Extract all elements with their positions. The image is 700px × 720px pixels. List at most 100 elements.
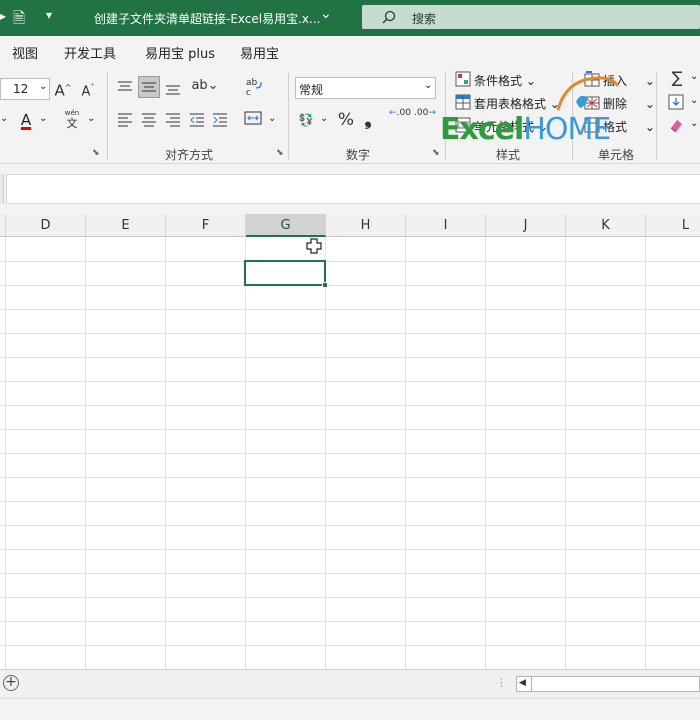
number-format-combo[interactable]: 常规 ⌄ <box>295 77 436 99</box>
file-icon[interactable]: 🗎 <box>13 8 25 33</box>
separator <box>656 72 657 160</box>
title-chevron-icon[interactable]: ⌄ <box>320 6 332 22</box>
svg-text:ab: ab <box>246 78 258 88</box>
splitter-handle-icon[interactable]: ⋮ <box>496 676 507 689</box>
fill-dropdown-icon[interactable]: ⌄ <box>690 95 698 106</box>
align-left-icon[interactable] <box>116 110 134 128</box>
grow-font-button[interactable]: A^ <box>54 78 72 102</box>
grid-line <box>0 261 700 262</box>
active-cell-selection[interactable] <box>244 260 326 286</box>
chevron-down-icon: ⌄ <box>39 81 48 92</box>
formula-input[interactable] <box>6 174 700 204</box>
column-header-j[interactable]: J <box>486 214 566 237</box>
horizontal-scrollbar[interactable]: ◀ <box>516 676 700 692</box>
qat-more-icon[interactable]: ▸ <box>0 9 6 23</box>
align-bottom-icon[interactable] <box>164 80 182 98</box>
decrease-decimal-button[interactable]: .00→ <box>414 108 436 118</box>
currency-dropdown-icon[interactable]: ⌄ <box>320 113 328 124</box>
phonetic-dropdown-icon[interactable]: ⌄ <box>87 113 95 124</box>
tab-easytool-plus[interactable]: 易用宝 plus <box>145 43 215 62</box>
font-color-button[interactable]: A <box>16 110 36 131</box>
orientation-button[interactable]: ab⌄ <box>190 76 220 96</box>
column-header-k[interactable]: K <box>566 214 646 237</box>
wrap-text-icon[interactable]: ab c <box>244 76 264 98</box>
increase-decimal-label: .00 <box>396 108 411 118</box>
conditional-format-label: 条件格式 <box>474 74 523 88</box>
align-top-icon[interactable] <box>116 78 134 96</box>
phonetic-button[interactable]: wén 文 <box>62 108 82 129</box>
font-size-value: 12 <box>13 82 29 96</box>
comma-button[interactable]: ❟ <box>360 110 376 130</box>
format-cells-button[interactable]: 格式 ⌄ <box>603 118 655 135</box>
excelhome-house-icon <box>556 76 620 111</box>
table-format-button[interactable]: 套用表格格式 ⌄ <box>474 95 560 112</box>
grid-line <box>0 525 700 526</box>
number-dialog-launcher-icon[interactable]: ⬊ <box>432 148 440 158</box>
decrease-decimal-label: .00 <box>414 108 429 118</box>
grid-line <box>0 381 700 382</box>
fill-icon[interactable] <box>668 94 684 110</box>
column-header-f[interactable]: F <box>166 214 246 237</box>
increase-decimal-button[interactable]: ←.00 <box>389 108 411 118</box>
search-box[interactable]: 搜索 <box>362 5 700 29</box>
add-sheet-icon: + <box>5 674 17 690</box>
scroll-left-icon[interactable]: ◀ <box>519 678 526 688</box>
logo-text-excel: Excel <box>440 112 524 147</box>
clear-dropdown-icon[interactable]: ⌄ <box>690 118 698 129</box>
column-headers: D E F G H I J K L <box>0 214 700 237</box>
grid-line <box>0 645 700 646</box>
align-right-icon[interactable] <box>164 110 182 128</box>
add-sheet-button[interactable]: + <box>3 675 19 691</box>
tab-developer[interactable]: 开发工具 <box>64 43 116 62</box>
grid-line <box>0 453 700 454</box>
formula-bar <box>0 164 700 214</box>
percent-button[interactable]: % <box>336 110 356 130</box>
align-middle-icon <box>142 82 156 92</box>
font-size-combo[interactable]: 12 ⌄ <box>0 78 50 100</box>
qat-customize-dropdown[interactable]: ▾ <box>46 8 52 22</box>
fill-handle[interactable] <box>322 282 328 288</box>
grid-line <box>0 309 700 310</box>
logo-text-home: HOME <box>523 112 611 147</box>
clear-icon[interactable] <box>668 117 684 133</box>
font-color-dropdown-icon[interactable]: ⌄ <box>39 113 47 124</box>
excelhome-watermark-logo: ExcelHOME <box>440 112 611 147</box>
conditional-format-icon <box>455 71 471 87</box>
column-header-h[interactable]: H <box>326 214 406 237</box>
grid-line <box>0 597 700 598</box>
ribbon: 12 ⌄ A^ A˅ A ⌄ ⌄ wén 文 ⌄ ⬊ ab⌄ ab c ⌄ 对齐… <box>0 66 700 164</box>
tab-easytool[interactable]: 易用宝 <box>240 43 279 62</box>
autosum-dropdown-icon[interactable]: ⌄ <box>690 71 698 82</box>
chevron-down-icon: ⌄ <box>424 80 433 91</box>
increase-indent-icon[interactable] <box>211 110 229 128</box>
column-header-i[interactable]: I <box>406 214 486 237</box>
window-title: 创建子文件夹清单超链接-Excel易用宝.x... <box>94 12 321 26</box>
autosum-button[interactable]: ∑ <box>668 68 686 88</box>
separator <box>107 72 108 160</box>
align-middle-button[interactable] <box>138 76 160 98</box>
worksheet-grid[interactable] <box>0 237 700 669</box>
decrease-indent-icon[interactable] <box>188 110 206 128</box>
number-group-label: 数字 <box>346 148 371 162</box>
table-format-label: 套用表格格式 <box>474 97 547 111</box>
merge-center-icon[interactable] <box>244 110 264 128</box>
left-dropdown-icon[interactable]: ⌄ <box>0 113 8 124</box>
separator <box>288 72 289 160</box>
ribbon-tabs: 视图 开发工具 易用宝 plus 易用宝 <box>0 36 700 66</box>
conditional-format-button[interactable]: 条件格式 ⌄ <box>474 72 536 89</box>
column-header-e[interactable]: E <box>86 214 166 237</box>
merge-dropdown-icon[interactable]: ⌄ <box>268 113 276 124</box>
shrink-font-button[interactable]: A˅ <box>79 78 97 103</box>
column-header-l[interactable]: L <box>646 214 700 237</box>
tab-view[interactable]: 视图 <box>12 43 38 62</box>
column-header-d[interactable]: D <box>6 214 86 237</box>
align-center-icon[interactable] <box>140 110 158 128</box>
font-dialog-launcher-icon[interactable]: ⬊ <box>92 148 100 158</box>
table-format-icon <box>455 94 471 110</box>
column-header-g[interactable]: G <box>246 214 326 237</box>
alignment-group-label: 对齐方式 <box>165 148 214 162</box>
styles-group-label: 样式 <box>496 148 521 162</box>
alignment-dialog-launcher-icon[interactable]: ⬊ <box>276 148 284 158</box>
grid-line <box>0 549 700 550</box>
currency-format-button[interactable]: 💱 <box>296 110 316 130</box>
